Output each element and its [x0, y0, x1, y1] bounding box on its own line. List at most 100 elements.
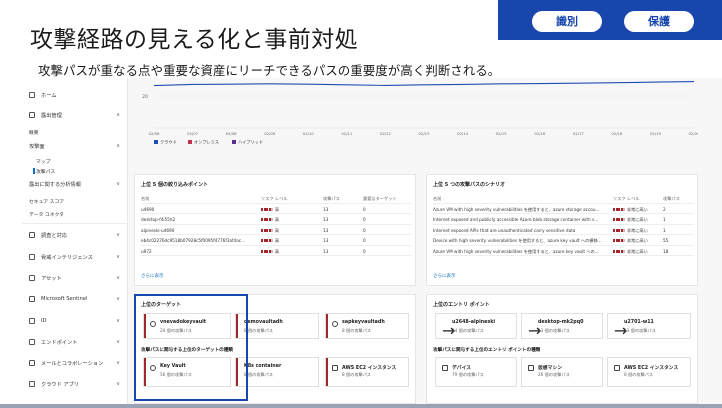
row-name: Device with high severity vulnerabilitie…: [433, 238, 602, 243]
sidebar: ホーム 露出管理 ∧ 概要 攻撃面 ∧ マップ 攻撃パス 露出に関する分析情報 ∨ セ…: [22, 78, 128, 408]
assets-icon: [29, 275, 35, 281]
risk-level: 高: [261, 228, 279, 234]
x-tick-label: 02/07: [187, 131, 199, 136]
sidebar-item-exposure-insights[interactable]: 露出に関する分析情報 ∨: [22, 175, 128, 193]
entry-type-tile[interactable]: デバイス 79 個の攻撃パス: [435, 357, 517, 387]
entry-type-tile[interactable]: AWS EC2 インスタンス 8 個の攻撃パス: [607, 357, 691, 387]
sidebar-item-secure-score[interactable]: セキュア スコア: [29, 198, 64, 205]
highlight-box: [134, 294, 248, 401]
divider: [22, 223, 128, 224]
target-tile[interactable]: sapkeyvaultadh 8 個の攻撃パス: [325, 313, 409, 339]
chevron-down-icon: ∨: [116, 296, 120, 302]
chokepoints-table: 名前 リスク レベル 攻撃パス 重要なターゲット u4690 高 13 0 deskt…: [141, 193, 411, 256]
x-tick-label: 02/10: [303, 131, 315, 136]
chevron-down-icon: ∨: [116, 339, 120, 345]
entry-tile[interactable]: → desktop-mk2pq0 13 個の攻撃パス: [521, 313, 603, 340]
chevron-down-icon: ∨: [116, 254, 120, 260]
header-band: 識別 保護: [498, 0, 722, 40]
row-paths: 1: [663, 217, 666, 222]
row-name: Azure VM with high severity vulnerabilit…: [433, 206, 600, 212]
bottom-bar: [0, 404, 722, 408]
target-type-tile[interactable]: AWS EC2 インスタンス 8 個の攻撃パス: [325, 357, 409, 387]
trend-chart-card: 20 02/06 02/07 02/08 02/09 02/10 02/11 02/12 02/…: [134, 78, 700, 160]
defender-screenshot: ホーム 露出管理 ∧ 概要 攻撃面 ∧ マップ 攻撃パス 露出に関する分析情報 ∨ セ…: [22, 78, 722, 408]
chokepoints-card: 上位 5 個の絞り込みポイント 名前 リスク レベル 攻撃パス 重要なターゲット…: [134, 174, 416, 286]
sentinel-icon: [29, 296, 35, 302]
row-targets: 0: [363, 227, 366, 233]
risk-level: 非常に高い: [613, 249, 659, 255]
endpoint-icon: [29, 339, 35, 345]
chevron-up-icon: ∧: [116, 112, 120, 118]
chevron-down-icon: ∨: [116, 360, 120, 366]
x-tick-label: 02/11: [341, 131, 353, 136]
table-row[interactable]: Internet exposed and publicly accessible…: [433, 214, 693, 225]
sidebar-item-exposure[interactable]: 露出管理 ∧: [22, 106, 128, 124]
sidebar-item-threat-intel[interactable]: 脅威インテリジェンス ∨: [22, 248, 128, 266]
sidebar-item-home[interactable]: ホーム: [22, 86, 128, 104]
sidebar-item-cloud-apps[interactable]: クラウド アプリ ∨: [22, 375, 128, 393]
x-tick-label: 02/13: [419, 131, 431, 136]
risk-level: 非常に高い: [613, 217, 659, 223]
protect-button[interactable]: 保護: [624, 11, 694, 32]
sidebar-item-overview[interactable]: 概要: [29, 129, 39, 136]
sidebar-item-assets[interactable]: アセット ∨: [22, 269, 128, 287]
sidebar-item-sentinel[interactable]: Microsoft Sentinel ∨: [22, 290, 128, 308]
entry-points-title: 上位のエントリ ポイント: [433, 302, 490, 308]
table-row[interactable]: alpineski-u4690 高 13 0: [141, 225, 411, 235]
scenarios-title: 上位 5 つの攻撃パスのシナリオ: [433, 182, 505, 188]
chevron-up-icon: ∧: [116, 143, 120, 149]
sidebar-item-attack-surface[interactable]: 攻撃面 ∧: [22, 137, 128, 155]
table-row[interactable]: u4690 高 13 0: [141, 204, 411, 214]
entry-tile[interactable]: → u2648-alpineski 14 個の攻撃パス: [435, 313, 517, 340]
row-name: Internet exposed and publicly accessible…: [433, 217, 599, 222]
x-tick-label: 02/15: [496, 131, 508, 136]
key-vault-icon: [332, 321, 338, 327]
table-row[interactable]: Azure VM with high severity vulnerabilit…: [433, 246, 693, 256]
series-line-クラウド: [153, 81, 695, 87]
chokepoints-more-link[interactable]: さらに表示: [141, 273, 164, 279]
sidebar-item-investigation[interactable]: 調査と対応 ∨: [22, 226, 128, 244]
slide-title: 攻撃経路の見える化と事前対処: [30, 27, 359, 53]
entry-tile[interactable]: → u2701-w11 13 個の攻撃パス: [607, 313, 691, 340]
sidebar-item-data-connectors[interactable]: データ コネクタ: [29, 211, 64, 218]
chevron-down-icon: ∨: [116, 275, 120, 281]
monitor-icon: [332, 365, 338, 371]
table-row[interactable]: desktop-f4i55h2 高 13 0: [141, 214, 411, 225]
table-row[interactable]: Azure VM with high severity vulnerabilit…: [433, 204, 693, 214]
sidebar-item-map[interactable]: マップ: [36, 158, 50, 165]
entry-type-tile[interactable]: 仮想マシン 26 個の攻撃パス: [521, 357, 603, 387]
risk-level: 高: [261, 207, 279, 213]
x-tick-label: 02/16: [534, 131, 546, 136]
risk-level: 非常に高い: [613, 228, 659, 234]
chevron-down-icon: ∨: [116, 232, 120, 238]
table-row[interactable]: u972 高 13 0: [141, 246, 411, 256]
table-row[interactable]: Device with high severity vulnerabilitie…: [433, 235, 693, 246]
row-paths: 2: [663, 206, 666, 212]
table-header: 名前 リスク レベル 攻撃パス: [433, 193, 693, 204]
risk-level: 高: [261, 249, 279, 255]
risk-level: 非常に高い: [613, 207, 659, 213]
x-tick-label: 02/17: [573, 131, 585, 136]
identify-button[interactable]: 識別: [532, 11, 602, 32]
sidebar-item-attack-paths[interactable]: 攻撃パス: [32, 168, 55, 175]
x-tick-label: 02/12: [380, 131, 392, 136]
risk-level: 非常に高い: [613, 238, 659, 244]
chevron-down-icon: ∨: [116, 381, 120, 387]
entry-types-label: 攻撃パスに関与する上位のエントリ ポイントの種類: [433, 348, 541, 353]
legend-label: クラウド: [160, 139, 177, 146]
row-targets: 0: [363, 248, 366, 254]
legend-swatch: [188, 140, 192, 144]
home-icon: [29, 92, 35, 98]
investigate-icon: [29, 232, 35, 238]
slide-subtitle: 攻撃パスが重なる点や重要な資産にリーチできるパスの重要度が高く判断される。: [38, 63, 501, 78]
table-row[interactable]: Internet exposed APIs that are unauthent…: [433, 225, 693, 235]
sidebar-item-identity[interactable]: ID ∨: [22, 312, 128, 330]
y-tick-label: 20: [142, 94, 148, 100]
sidebar-item-mail[interactable]: メールとコラボレーション ∨: [22, 354, 128, 372]
table-row[interactable]: eb4c02276dc9518b07928c5f0095f4776f3af4ac…: [141, 235, 411, 246]
row-paths: 13: [323, 217, 329, 222]
sidebar-item-endpoints[interactable]: エンドポイント ∨: [22, 333, 128, 351]
scenarios-more-link[interactable]: さらに表示: [433, 273, 456, 279]
x-tick-label: 02/20: [689, 131, 698, 136]
chevron-down-icon: ∨: [116, 181, 120, 187]
